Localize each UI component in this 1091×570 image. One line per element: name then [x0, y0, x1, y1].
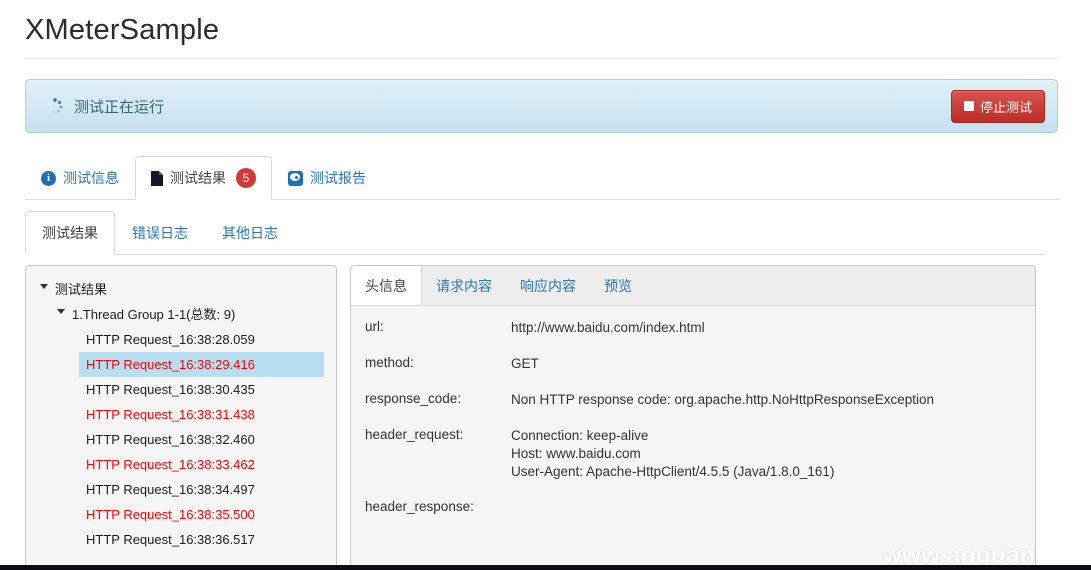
taskbar-edge	[0, 565, 1091, 570]
field-label: method:	[365, 355, 414, 370]
alert-message: 测试正在运行	[74, 98, 165, 116]
sub-tabs: 测试结果 错误日志 其他日志	[25, 211, 1046, 255]
dashboard-icon	[288, 170, 303, 186]
field-label: header_response:	[365, 499, 474, 514]
tree-item-http-request[interactable]: HTTP Request_16:38:36.517	[79, 527, 324, 552]
tree-item-http-request[interactable]: HTTP Request_16:38:34.497	[79, 477, 324, 502]
field-value-method: GET	[511, 356, 539, 371]
page-title: XMeterSample	[25, 14, 1058, 59]
field-value-header-request: Connection: keep-alive Host: www.baidu.c…	[511, 428, 835, 479]
caret-down-icon[interactable]	[40, 284, 48, 289]
detail-tab-response-content[interactable]: 响应内容	[506, 266, 590, 305]
detail-body: url: http://www.baidu.com/index.html met…	[351, 306, 1035, 514]
field-row-header-request: header_request: Connection: keep-alive H…	[365, 427, 1021, 481]
tree-item-http-request[interactable]: HTTP Request_16:38:35.500	[79, 502, 324, 527]
tab-test-report-label: 测试报告	[310, 170, 366, 186]
detail-tabs: 头信息 请求内容 响应内容 预览	[351, 266, 1035, 306]
tree-node-thread-group-label: 1.Thread Group 1-1(总数: 9)	[72, 307, 236, 322]
tree-item-http-request[interactable]: HTTP Request_16:38:28.059	[79, 327, 324, 352]
field-label: header_request:	[365, 427, 464, 442]
stop-test-button[interactable]: 停止测试	[950, 89, 1045, 123]
tab-test-results[interactable]: 测试结果 5	[135, 156, 272, 200]
results-count-badge: 5	[236, 168, 256, 188]
field-value-response-code: Non HTTP response code: org.apache.http.…	[511, 392, 934, 407]
loading-spinner-icon	[46, 97, 64, 115]
field-label: response_code:	[365, 391, 462, 406]
tab-test-report[interactable]: 测试报告	[272, 156, 382, 200]
tree-node-root-label: 测试结果	[55, 282, 108, 297]
results-panels: 测试结果 1.Thread Group 1-1(总数: 9) HTTP Requ…	[25, 265, 1091, 570]
field-value-url: http://www.baidu.com/index.html	[511, 320, 705, 335]
stop-icon	[963, 101, 974, 111]
caret-down-icon[interactable]	[57, 309, 65, 314]
tree-item-http-request[interactable]: HTTP Request_16:38:32.460	[79, 427, 324, 452]
file-icon	[151, 170, 163, 186]
stop-test-button-label: 停止测试	[979, 99, 1032, 115]
page-container: XMeterSample 测试正在运行 停止测试 i 测试信息 测试结果 5 测…	[25, 14, 1091, 570]
detail-tab-headers[interactable]: 头信息	[351, 266, 422, 305]
subtab-test-results[interactable]: 测试结果	[25, 211, 115, 255]
results-tree-panel: 测试结果 1.Thread Group 1-1(总数: 9) HTTP Requ…	[25, 265, 337, 570]
test-running-alert: 测试正在运行 停止测试	[25, 79, 1058, 133]
tree-item-http-request[interactable]: HTTP Request_16:38:30.435	[79, 377, 324, 402]
tree-item-http-request[interactable]: HTTP Request_16:38:33.462	[79, 452, 324, 477]
tab-test-info-label: 测试信息	[63, 170, 119, 186]
detail-tab-preview[interactable]: 预览	[590, 266, 646, 305]
field-row-url: url: http://www.baidu.com/index.html	[365, 319, 1021, 337]
field-label: url:	[365, 319, 384, 334]
request-detail-panel: 头信息 请求内容 响应内容 预览 url: http://www.baidu.c…	[350, 265, 1036, 570]
detail-tab-request-content[interactable]: 请求内容	[422, 266, 506, 305]
tree-node-thread-group[interactable]: 1.Thread Group 1-1(总数: 9)	[26, 302, 336, 327]
tree-item-http-request[interactable]: HTTP Request_16:38:31.438	[79, 402, 324, 427]
info-icon: i	[41, 170, 56, 186]
tree-item-http-request-selected[interactable]: HTTP Request_16:38:29.416	[79, 352, 324, 377]
subtab-other-log[interactable]: 其他日志	[205, 211, 295, 255]
field-row-header-response: header_response:	[365, 499, 1021, 514]
tree-node-root[interactable]: 测试结果	[26, 277, 336, 302]
tab-test-info[interactable]: i 测试信息	[25, 156, 135, 200]
field-row-response-code: response_code: Non HTTP response code: o…	[365, 391, 1021, 409]
main-tabs: i 测试信息 测试结果 5 测试报告	[25, 156, 1060, 200]
tab-test-results-label: 测试结果	[170, 170, 226, 186]
subtab-error-log[interactable]: 错误日志	[115, 211, 205, 255]
field-row-method: method: GET	[365, 355, 1021, 373]
